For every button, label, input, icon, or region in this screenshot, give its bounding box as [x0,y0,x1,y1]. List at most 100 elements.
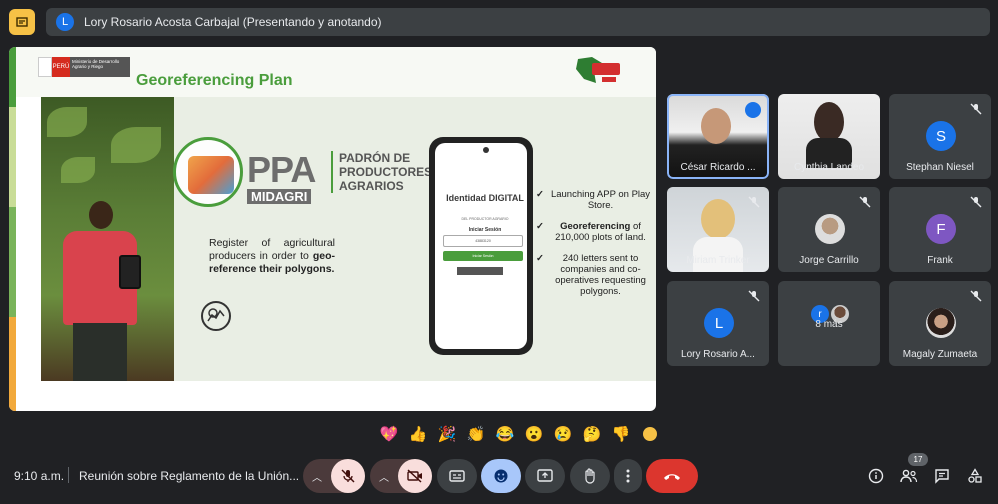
present-screen-icon [537,469,553,482]
more-vert-icon [626,469,630,483]
slide-description: Register of agricultural producers in or… [209,237,335,276]
participant-tile[interactable]: César Ricardo ... [667,94,769,179]
mic-off-icon [969,195,983,209]
participant-name: Miriam Trinker [686,255,750,266]
chat-icon [935,469,949,484]
presenter-avatar: L [56,13,74,31]
mic-off-icon [969,289,983,303]
login-label: Iniciar Sesión [468,227,502,233]
activities-icon [968,468,982,483]
participant-tile-others[interactable]: r 8 más [778,281,880,366]
presenter-label: Lory Rosario Acosta Carbajal (Presentand… [84,15,382,29]
captions-icon [449,470,465,482]
more-options-button[interactable] [614,459,642,493]
app-title: Identidad DIGITAL [446,193,524,203]
participant-tile[interactable]: Miriam Trinker [667,187,769,272]
camera-off-icon [407,469,422,483]
camera-off-button[interactable] [398,459,432,493]
avatar [926,308,956,338]
mic-off-icon [747,289,761,303]
reaction-party-icon[interactable]: 🎉 [436,423,458,445]
app-subtitle: DEL PRODUCTOR AGRARIO [461,217,509,221]
reaction-clap-icon[interactable]: 👏 [465,423,487,445]
participant-tile[interactable]: Jorge Carrillo [778,187,880,272]
participant-name: 8 más [815,319,843,330]
avatar [815,214,845,244]
reaction-thumbs-down-icon[interactable]: 👎 [610,423,632,445]
reaction-heart-icon[interactable]: 💖 [378,423,400,445]
ppa-logo-circle [173,137,243,207]
reaction-thumbs-up-icon[interactable]: 👍 [407,423,429,445]
mic-off-icon [969,102,983,116]
bullet-list: Launching APP on Play Store. Georeferenc… [536,189,651,307]
chevron-up-icon[interactable]: ︿ [303,459,331,493]
reactions-bar: 💖 👍 🎉 👏 😂 😮 😢 🤔 👎 [378,423,661,445]
participant-name: Cynthia Landeo [793,162,865,173]
login-button: Iniciar Sesión [443,251,523,261]
present-button[interactable] [525,459,565,493]
slide-stripe [9,207,16,317]
participant-name: Magaly Zumaeta [902,349,978,360]
participant-tile[interactable]: Magaly Zumaeta [889,281,991,366]
shared-slide: PERÚ Ministerio de Desarrollo Agrario y … [9,47,656,411]
people-button[interactable] [899,466,919,486]
phone-footer-logo [457,267,503,275]
mic-off-icon [341,469,355,483]
captions-button[interactable] [437,459,477,493]
participant-name: Jorge Carrillo [799,255,859,266]
slide-stripe [9,107,16,207]
leave-call-button[interactable] [646,459,698,493]
raise-hand-button[interactable] [570,459,610,493]
phone-mockup: Identidad DIGITAL DEL PRODUCTOR AGRARIO … [429,137,533,355]
clock: 9:10 a.m. [14,469,65,483]
reaction-sad-icon[interactable]: 😢 [552,423,574,445]
avatar: S [926,121,956,151]
participant-name: Lory Rosario A... [681,349,755,360]
participant-name: Frank [927,255,953,266]
mic-off-icon [858,195,872,209]
mic-control[interactable]: ︿ [303,459,365,493]
reaction-laugh-icon[interactable]: 😂 [494,423,516,445]
emoji-icon [494,469,508,483]
avatar: F [926,214,956,244]
activities-button[interactable] [965,466,985,486]
slide-content: PPA MIDAGRI PADRÓN DE PRODUCTORES AGRARI… [41,97,656,381]
meeting-info-button[interactable] [866,466,886,486]
bullet-item: 240 letters sent to companies and co-ope… [536,253,651,297]
midagri-label: MIDAGRI [247,189,312,204]
hand-icon [585,468,595,484]
reaction-thinking-icon[interactable]: 🤔 [581,423,603,445]
participant-tile[interactable]: F Frank [889,187,991,272]
avatar: L [704,308,734,338]
farmer-photo [41,97,174,381]
meeting-title: Reunión sobre Reglamento de la Unión... [79,469,300,483]
logo-red: PERÚ [52,57,70,77]
ppa-title: PPA [247,149,316,190]
info-icon [868,468,884,484]
mic-off-icon [747,195,761,209]
peru-brand-logo [576,57,620,83]
map-search-icon [201,301,231,331]
people-icon [900,469,918,483]
divider [68,467,69,483]
chevron-up-icon[interactable]: ︿ [370,459,398,493]
slide-header: PERÚ Ministerio de Desarrollo Agrario y … [16,47,656,97]
skin-tone-icon[interactable] [639,423,661,445]
participant-tile[interactable]: S Stephan Niesel [889,94,991,179]
participant-tile[interactable]: L Lory Rosario A... [667,281,769,366]
mic-off-button[interactable] [331,459,365,493]
participant-name: Stephan Niesel [906,162,974,173]
camera-control[interactable]: ︿ [370,459,432,493]
emoji-button[interactable] [481,459,521,493]
reaction-surprised-icon[interactable]: 😮 [523,423,545,445]
hand-raise-icon[interactable] [9,9,35,35]
speaking-indicator-icon [745,102,761,118]
presenter-banner: L Lory Rosario Acosta Carbajal (Presenta… [46,8,990,36]
participant-name: César Ricardo ... [680,162,756,173]
slide-stripe [9,317,16,411]
chat-button[interactable] [932,466,952,486]
logo-grey: Ministerio de Desarrollo Agrario y Riego [70,57,130,77]
peru-ministry-logo: PERÚ Ministerio de Desarrollo Agrario y … [38,57,130,77]
participant-tile[interactable]: Cynthia Landeo [778,94,880,179]
login-field: 43883120 [443,235,523,247]
